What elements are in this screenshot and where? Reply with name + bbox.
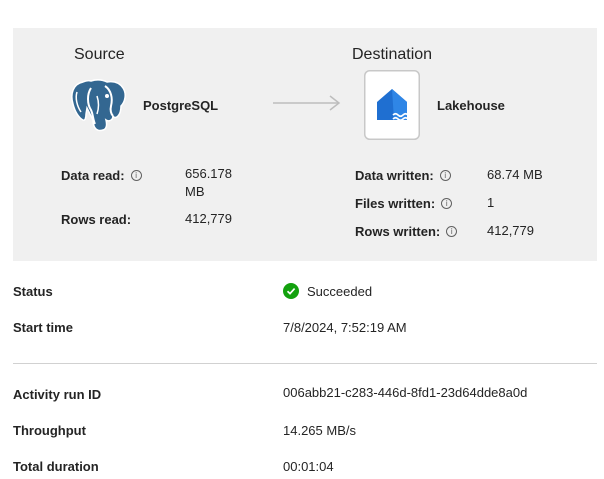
start-time-label: Start time (13, 320, 73, 335)
status-text: Succeeded (307, 283, 373, 299)
destination-heading: Destination (352, 46, 433, 63)
status-value: Succeeded (283, 283, 372, 299)
info-icon[interactable]: i (439, 170, 451, 181)
info-icon[interactable]: i (441, 198, 453, 209)
source-name: PostgreSQL (143, 98, 219, 113)
rows-written-value: 412,779 (487, 223, 534, 238)
total-duration-label: Total duration (13, 459, 99, 474)
info-icon[interactable]: i (446, 226, 458, 237)
activity-run-id-value[interactable]: 006abb21-c283-446d-8fd1-23d64dde8a0d (283, 385, 527, 400)
rows-read-value: 412,779 (185, 211, 232, 226)
total-duration-value: 00:01:04 (283, 459, 334, 474)
arrow-right-icon (273, 95, 341, 111)
info-icon[interactable]: i (130, 170, 142, 181)
files-written-label: Files written: i (355, 196, 453, 211)
rows-written-label: Rows written: i (355, 224, 458, 239)
activity-run-id-label: Activity run ID (13, 387, 102, 402)
files-written-label-text: Files written: (355, 196, 436, 211)
rows-written-label-text: Rows written: (355, 224, 441, 239)
data-read-label: Data read: i (61, 168, 142, 183)
throughput-value: 14.265 MB/s (283, 423, 356, 438)
data-written-value: 68.74 MB (487, 167, 543, 182)
rows-read-label: Rows read: (61, 212, 132, 227)
data-read-value-unit: MB (185, 184, 205, 199)
data-read-value-number: 656.178 (185, 166, 232, 181)
lakehouse-icon (364, 70, 420, 140)
start-time-value: 7/8/2024, 7:52:19 AM (283, 320, 407, 335)
check-circle-icon (283, 283, 299, 299)
data-read-value: 656.178 MB (185, 165, 232, 201)
data-written-label-text: Data written: (355, 168, 434, 183)
destination-name: Lakehouse (437, 98, 505, 113)
throughput-label: Throughput (13, 423, 86, 438)
postgresql-elephant-icon (69, 76, 129, 134)
divider (13, 363, 597, 364)
files-written-value: 1 (487, 195, 495, 210)
data-written-label: Data written: i (355, 168, 451, 183)
status-label: Status (13, 284, 53, 299)
data-read-label-text: Data read: (61, 168, 125, 183)
source-heading: Source (74, 46, 125, 63)
